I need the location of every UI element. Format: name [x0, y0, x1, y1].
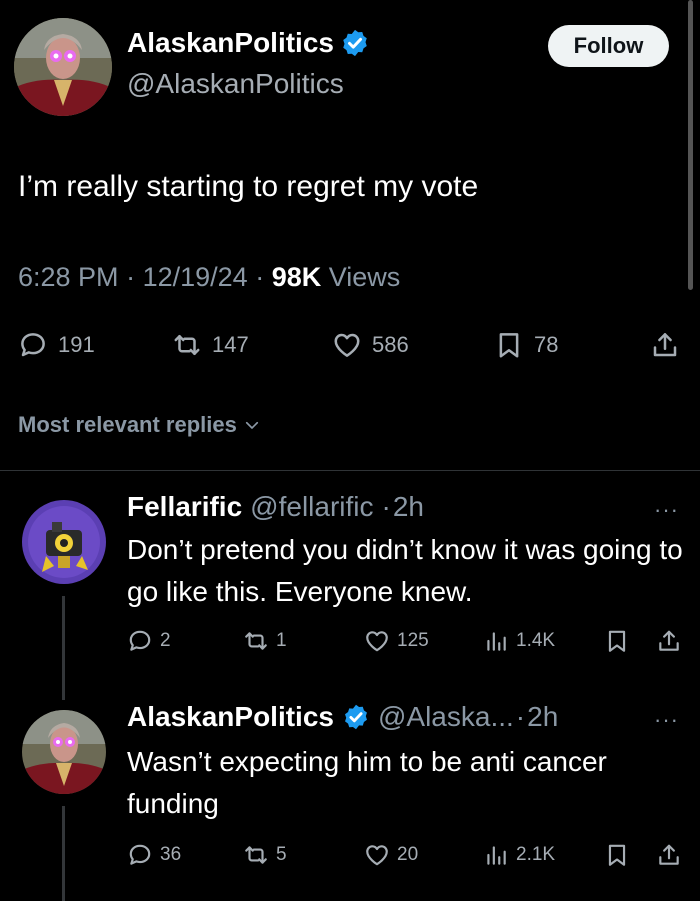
bookmark-icon — [494, 330, 524, 360]
tweet-text: I’m really starting to regret my vote — [18, 170, 479, 203]
tweet-date[interactable]: 12/19/24 — [143, 262, 248, 292]
repost-icon — [243, 628, 269, 654]
views-icon — [483, 842, 509, 868]
thread-line — [62, 806, 65, 901]
like-count: 20 — [397, 844, 419, 865]
like-icon — [364, 842, 390, 868]
tweet-time[interactable]: 6:28 PM — [18, 262, 119, 292]
reply-count: 2 — [160, 630, 171, 651]
reply-button[interactable]: 191 — [18, 330, 95, 360]
repost-count: 1 — [276, 630, 287, 651]
views-count: 1.4K — [516, 630, 556, 651]
more-icon[interactable]: ··· — [654, 497, 679, 523]
meta-separator: · — [381, 491, 391, 522]
reply-count: 191 — [58, 332, 95, 357]
bookmark-button[interactable] — [604, 842, 630, 868]
bookmark-icon — [604, 628, 630, 654]
views-label: Views — [328, 262, 401, 292]
reply-avatar[interactable] — [22, 500, 106, 584]
meta-separator: · — [255, 262, 272, 292]
reply-icon — [127, 842, 153, 868]
reply-header: AlaskanPolitics @Alaska... · 2h — [127, 701, 558, 733]
reply-header: Fellarific @fellarific · 2h — [127, 491, 424, 523]
reply-time[interactable]: 2h — [527, 701, 558, 733]
bookmark-button[interactable] — [604, 628, 630, 654]
like-icon — [332, 330, 362, 360]
share-icon — [656, 842, 682, 868]
author-name-row[interactable]: AlaskanPolitics — [127, 27, 370, 59]
like-icon — [364, 628, 390, 654]
like-count: 586 — [372, 332, 409, 357]
repost-icon — [172, 330, 202, 360]
repost-count: 147 — [212, 332, 249, 357]
reply-time[interactable]: 2h — [393, 491, 424, 523]
reply-text: Wasn’t expecting him to be anti cancer f… — [127, 746, 607, 819]
author-name[interactable]: AlaskanPolitics — [127, 27, 334, 59]
bookmark-icon — [604, 842, 630, 868]
share-icon — [656, 628, 682, 654]
bookmark-button[interactable]: 78 — [494, 330, 558, 360]
repost-count: 5 — [276, 844, 287, 865]
divider — [0, 470, 700, 471]
meta-separator: · — [126, 262, 143, 292]
author-avatar[interactable] — [14, 18, 112, 116]
author-handle[interactable]: @AlaskanPolitics — [127, 68, 344, 100]
sort-label: Most relevant replies — [18, 412, 237, 437]
reply-author-name[interactable]: AlaskanPolitics — [127, 701, 334, 733]
repost-button[interactable]: 5 — [243, 842, 287, 868]
like-button[interactable]: 20 — [364, 842, 418, 868]
reply-author-handle[interactable]: @fellarific — [250, 491, 373, 523]
repost-icon — [243, 842, 269, 868]
reply-avatar[interactable] — [22, 710, 106, 794]
repost-button[interactable]: 147 — [172, 330, 249, 360]
verified-badge-icon — [342, 703, 370, 731]
views-button[interactable]: 1.4K — [483, 628, 555, 654]
share-icon — [650, 330, 680, 360]
views-button[interactable]: 2.1K — [483, 842, 555, 868]
reply-button[interactable]: 2 — [127, 628, 171, 654]
scrollbar[interactable] — [688, 0, 693, 290]
reply-author-handle[interactable]: @Alaska... — [378, 701, 514, 733]
share-button[interactable] — [650, 330, 680, 360]
tweet-meta: 6:28 PM · 12/19/24 · 98K Views — [18, 262, 400, 293]
like-button[interactable]: 125 — [364, 628, 429, 654]
repost-button[interactable]: 1 — [243, 628, 287, 654]
views-icon — [483, 628, 509, 654]
reply-count: 36 — [160, 844, 182, 865]
chevron-down-icon — [245, 421, 258, 429]
thread-line — [62, 596, 65, 700]
views-count: 98K — [271, 262, 322, 292]
share-button[interactable] — [656, 628, 682, 654]
reply-button[interactable]: 36 — [127, 842, 181, 868]
reply-author-name[interactable]: Fellarific — [127, 491, 242, 523]
verified-badge-icon — [340, 28, 370, 58]
more-icon[interactable]: ··· — [654, 707, 679, 733]
like-count: 125 — [397, 630, 429, 651]
meta-separator: · — [515, 701, 526, 732]
views-count: 2.1K — [516, 844, 556, 865]
share-button[interactable] — [656, 842, 682, 868]
reply-text: Don’t pretend you didn’t know it was goi… — [127, 534, 683, 607]
replies-sort-dropdown[interactable]: Most relevant replies — [18, 412, 261, 438]
like-button[interactable]: 586 — [332, 330, 409, 360]
follow-button[interactable]: Follow — [548, 25, 669, 67]
reply-icon — [127, 628, 153, 654]
reply-icon — [18, 330, 48, 360]
bookmark-count: 78 — [534, 332, 559, 357]
